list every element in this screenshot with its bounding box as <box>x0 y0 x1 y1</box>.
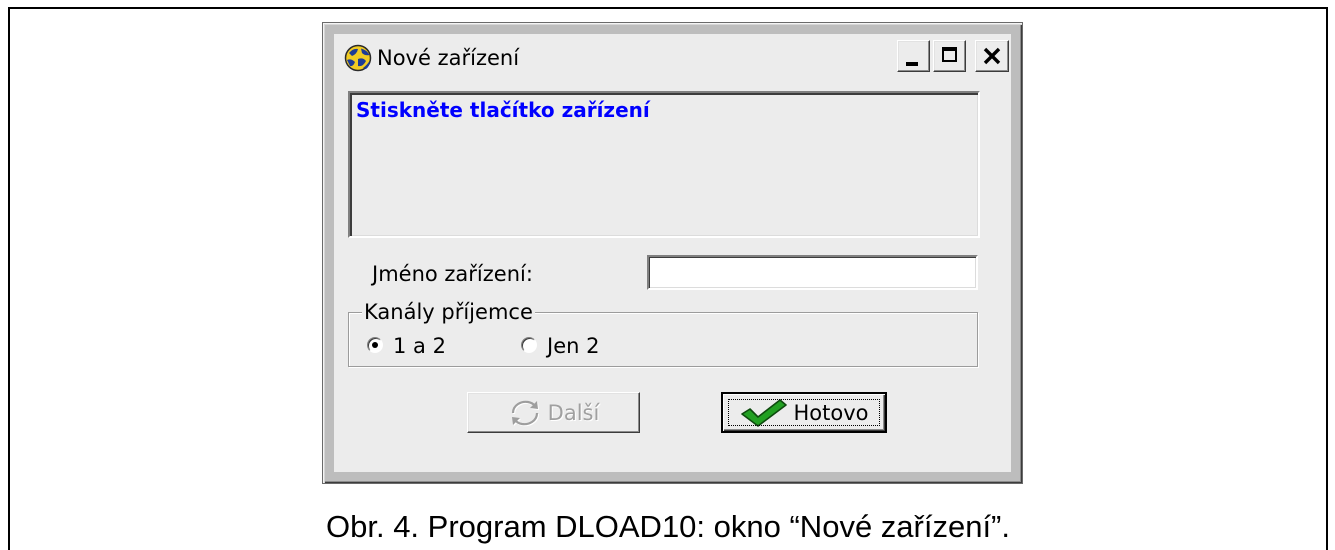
next-button[interactable]: Další <box>467 392 640 433</box>
radio-button[interactable] <box>367 337 383 353</box>
receiver-channels-legend: Kanály příjemce <box>362 300 535 324</box>
minimize-button[interactable] <box>897 40 930 72</box>
minimize-icon <box>906 62 918 66</box>
radio-selected-dot <box>372 342 378 348</box>
close-icon <box>983 47 1001 65</box>
maximize-icon <box>942 47 957 62</box>
device-name-label: Jméno zařízení: <box>372 262 533 286</box>
done-button[interactable]: Hotovo <box>721 392 887 433</box>
device-name-input[interactable] <box>647 255 978 290</box>
radio-channel-2-only[interactable]: Jen 2 <box>519 332 619 358</box>
close-button[interactable] <box>975 40 1009 72</box>
instruction-message: Stiskněte tlačítko zařízení <box>356 98 650 122</box>
title-bar[interactable]: Nové zařízení <box>334 34 1011 80</box>
radio-button[interactable] <box>521 337 537 353</box>
next-button-label: Další <box>547 400 600 425</box>
radio-label[interactable]: Jen 2 <box>547 334 599 358</box>
focus-rectangle <box>728 399 880 426</box>
dialog-body: Nové zařízení Stiskněte tlačítko zařízen… <box>334 34 1011 472</box>
message-area: Stiskněte tlačítko zařízení <box>348 91 980 238</box>
figure-caption: Obr. 4. Program DLOAD10: okno “Nové zaří… <box>326 509 1010 544</box>
radio-label[interactable]: 1 a 2 <box>393 334 446 358</box>
refresh-icon <box>511 400 539 426</box>
new-device-dialog: Nové zařízení Stiskněte tlačítko zařízen… <box>322 22 1023 484</box>
app-globe-icon[interactable] <box>344 44 372 72</box>
maximize-button[interactable] <box>933 40 966 72</box>
radio-channels-1-and-2[interactable]: 1 a 2 <box>365 332 465 358</box>
window-title: Nové zařízení <box>377 46 520 70</box>
